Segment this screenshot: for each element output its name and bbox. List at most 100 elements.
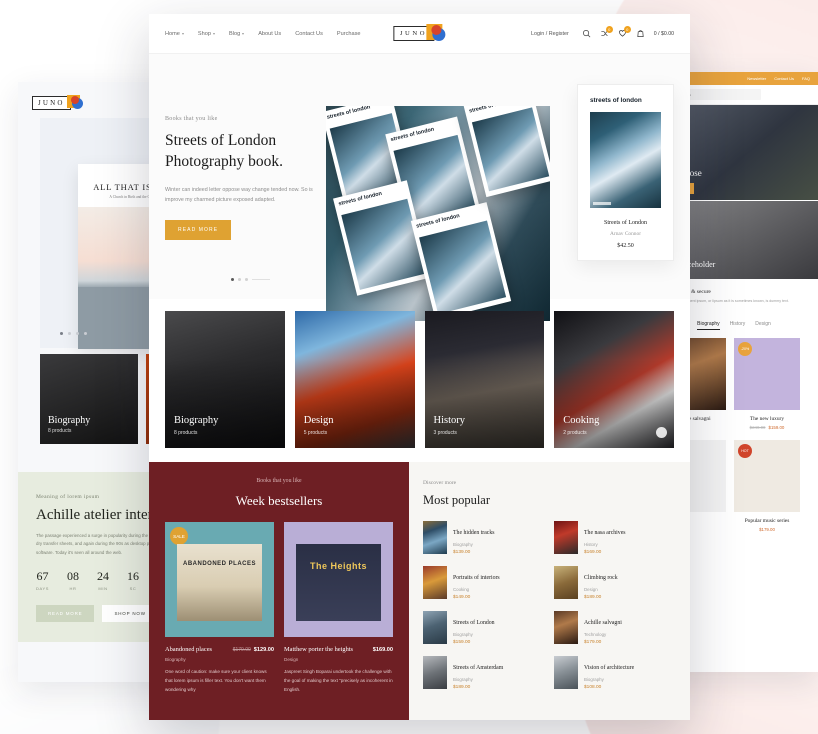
- site-header: Home Shop Blog About Us Contact Us Purch…: [149, 14, 690, 54]
- popular-name: Vision of architecture: [584, 665, 635, 671]
- nav-item-contact-us[interactable]: Contact Us: [295, 31, 323, 37]
- bestseller-card[interactable]: SALE ABANDONED PLACES Abandoned places $…: [165, 522, 274, 695]
- nav-item-shop[interactable]: Shop: [198, 31, 215, 37]
- countdown-unit: 16 SC: [127, 569, 139, 591]
- nav-item-about-us[interactable]: About Us: [258, 31, 281, 37]
- week-bestsellers-section: Books that you like Week bestsellers SAL…: [149, 462, 409, 720]
- popular-item[interactable]: Streets of London Biography $159.00: [423, 611, 545, 645]
- countdown-label: SC: [129, 586, 137, 592]
- left-panel-carousel-dots[interactable]: [60, 332, 87, 335]
- bestseller-name: Matthew porter the heights: [284, 646, 354, 653]
- popular-item[interactable]: Streets of Amsterdam Biography $189.00: [423, 656, 545, 690]
- hero-book-4: streets of london: [410, 202, 512, 320]
- nav-item-blog[interactable]: Blog: [229, 31, 245, 37]
- topbar-link[interactable]: Contact Us: [774, 76, 794, 81]
- right-tab[interactable]: Design: [755, 321, 771, 330]
- popular-eyebrow: Discover more: [423, 480, 457, 486]
- countdown-value: 16: [127, 569, 139, 584]
- promo-read-more-button[interactable]: READ MORE: [36, 605, 95, 623]
- popular-thumbnail: [423, 656, 447, 689]
- category-card-biography[interactable]: Biography 8 products: [165, 311, 285, 448]
- chevron-down-icon: [213, 32, 215, 35]
- category-name: Cooking: [563, 415, 600, 426]
- most-popular-section: Discover more Most popular The hidden tr…: [409, 462, 690, 720]
- right-product-card[interactable]: -20% The new luxury $240.00 $159.00: [734, 338, 800, 430]
- popular-thumbnail: [554, 566, 578, 599]
- popular-item[interactable]: Portraits of interiors Cooking $149.00: [423, 566, 545, 600]
- popular-thumbnail: [423, 566, 447, 599]
- left-category-card[interactable]: Biography 8 products: [40, 354, 138, 444]
- popular-thumbnail: [423, 521, 447, 554]
- bestseller-image: The Heights: [284, 522, 393, 637]
- category-card-design[interactable]: Design 5 products: [294, 311, 415, 448]
- nav-item-purchase[interactable]: Purchase: [337, 31, 361, 37]
- popular-thumbnail: [423, 611, 447, 644]
- bestseller-price-old: $170.00: [232, 647, 251, 653]
- cart-bag-icon[interactable]: [636, 29, 645, 38]
- topbar-link[interactable]: Newsletter: [747, 76, 766, 81]
- topbar-links[interactable]: Newsletter Contact Us FAQ: [747, 76, 810, 81]
- left-category-count: 8 products: [48, 428, 72, 434]
- right-nav-icons[interactable]: [767, 91, 810, 98]
- site-logo[interactable]: JUNO: [392, 23, 446, 44]
- popular-price: $159.00: [453, 640, 471, 645]
- popular-item[interactable]: Achille salvagni Technology $179.00: [554, 611, 676, 645]
- hero-carousel-dots[interactable]: [231, 278, 270, 281]
- popular-item[interactable]: The nasa archives History $169.00: [554, 521, 676, 555]
- right-product-card[interactable]: HOT Popular music series $179.00: [734, 440, 800, 532]
- compare-icon[interactable]: 0: [600, 26, 613, 38]
- nav-label: Purchase: [336, 30, 361, 37]
- countdown-label: DAYS: [36, 586, 49, 592]
- right-tab-active[interactable]: Biography: [697, 321, 720, 330]
- countdown-value: 08: [67, 569, 79, 584]
- cart-total-label[interactable]: 0 / $0.00: [654, 31, 674, 37]
- nav-item-home[interactable]: Home: [165, 31, 184, 37]
- popular-item[interactable]: Vision of architecture Biography $108.00: [554, 656, 676, 690]
- popular-category: Cooking: [453, 587, 470, 592]
- nav-label: Contact Us: [295, 30, 323, 37]
- popular-item[interactable]: The hidden tracks Biography $139.00: [423, 521, 545, 555]
- hero-read-more-button[interactable]: READ MORE: [165, 219, 232, 240]
- wishlist-heart-icon[interactable]: 0: [618, 26, 631, 38]
- popular-price: $179.00: [584, 640, 602, 645]
- topbar-link[interactable]: FAQ: [802, 76, 810, 81]
- compare-icon[interactable]: [779, 91, 786, 98]
- category-count: 3 products: [433, 430, 457, 436]
- popular-title: Most popular: [423, 493, 491, 507]
- bestseller-cover-text: ABANDONED PLACES: [182, 561, 256, 568]
- category-grid: Biography 8 products Design 5 products H…: [149, 299, 690, 462]
- category-count: 8 products: [174, 430, 198, 436]
- category-card-cooking[interactable]: Cooking 2 products: [554, 311, 674, 448]
- right-product-image: HOT: [734, 440, 800, 512]
- category-count: 2 products: [563, 430, 587, 436]
- category-card-history[interactable]: History 3 products: [424, 311, 545, 448]
- popular-name: The nasa archives: [584, 530, 626, 536]
- bestseller-image: SALE ABANDONED PLACES: [165, 522, 274, 637]
- hero-card-image: [590, 111, 661, 208]
- countdown-label: HR: [69, 586, 77, 592]
- popular-category: Biography: [453, 542, 473, 547]
- hero-product-card[interactable]: streets of london Streets of London Arna…: [577, 84, 674, 261]
- right-tab[interactable]: History: [730, 321, 746, 330]
- category-name: Biography: [174, 415, 219, 426]
- popular-category: Biography: [584, 677, 604, 682]
- bestseller-meta: Abandoned places $170.00 $129.00 Biograph…: [165, 646, 274, 695]
- countdown-value: 67: [36, 569, 49, 584]
- hero-card-name: Streets of London: [604, 219, 647, 226]
- category-next-arrow-icon[interactable]: [656, 427, 667, 438]
- search-icon[interactable]: [582, 29, 591, 38]
- popular-item[interactable]: Climbing rock Design $189.00: [554, 566, 676, 600]
- login-register-link[interactable]: Login / Register: [531, 31, 569, 37]
- heart-icon[interactable]: [791, 91, 798, 98]
- bestseller-name: Abandoned places: [165, 646, 213, 653]
- hero-photo: streets of london streets of london stre…: [326, 106, 550, 321]
- popular-category: Biography: [453, 632, 473, 637]
- cart-icon[interactable]: [803, 91, 810, 98]
- bestseller-card[interactable]: The Heights Matthew porter the heights $…: [284, 522, 393, 695]
- countdown-unit: 67 DAYS: [36, 569, 49, 591]
- popular-thumbnail: [554, 521, 578, 554]
- popular-category: Technology: [584, 632, 607, 637]
- left-panel-logo[interactable]: JUNO: [32, 92, 83, 111]
- user-icon[interactable]: [767, 91, 774, 98]
- hero-card-cover: streets of london: [586, 93, 665, 208]
